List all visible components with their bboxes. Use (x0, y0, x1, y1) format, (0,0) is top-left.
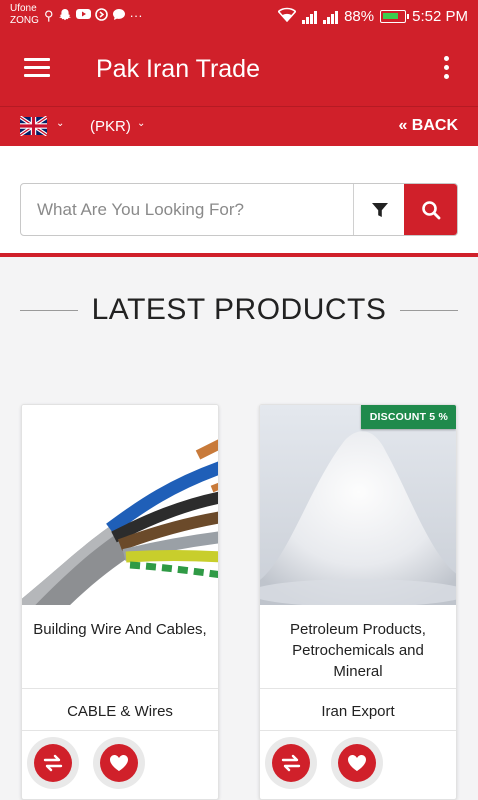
product-category[interactable]: CABLE & Wires (22, 703, 218, 720)
wishlist-button[interactable] (331, 737, 383, 789)
compare-icon (281, 754, 301, 772)
status-right: 88% 5:52 PM (277, 7, 468, 26)
wishlist-button-inner (100, 744, 138, 782)
wifi-icon (277, 7, 297, 26)
currency-chevron-down-icon[interactable]: ⌄ (137, 118, 145, 129)
app-bar: Pak Iran Trade (0, 32, 478, 106)
product-category[interactable]: Iran Export (260, 703, 456, 720)
discount-badge: DISCOUNT 5 % (360, 405, 456, 429)
language-chevron-down-icon[interactable]: ⌄ (56, 118, 64, 129)
compare-button[interactable] (265, 737, 317, 789)
snapchat-icon (58, 8, 72, 25)
product-name[interactable]: Petroleum Products, Petrochemicals and M… (266, 619, 450, 682)
product-image-powder[interactable] (260, 405, 457, 605)
carrier-zong: ZONG (10, 15, 39, 26)
battery-percent: 88% (344, 8, 375, 25)
card-divider (260, 688, 456, 689)
status-bar: Ufone ZONG ⚲ ··· 88% 5:52 PM (0, 0, 478, 32)
heart-icon (348, 755, 366, 771)
card-divider (260, 730, 456, 731)
battery-charging-icon (380, 10, 410, 23)
wishlist-button[interactable] (93, 737, 145, 789)
more-vert-icon[interactable] (444, 56, 450, 80)
clock: 5:52 PM (412, 8, 468, 25)
more-icon: ··· (129, 8, 143, 23)
heading-line-right (400, 310, 458, 311)
browser-icon (94, 8, 108, 25)
section-title: LATEST PRODUCTS (91, 293, 387, 326)
app-title: Pak Iran Trade (96, 55, 260, 83)
currency-selector[interactable]: (PKR) (90, 118, 131, 135)
filter-icon (371, 202, 388, 217)
hamburger-icon[interactable] (24, 58, 50, 78)
youtube-icon (75, 8, 91, 25)
back-link[interactable]: « BACK (398, 117, 458, 135)
carrier-ufone: Ufone (10, 3, 37, 14)
section-heading: LATEST PRODUCTS (20, 290, 458, 330)
locale-bar: ⌄ (PKR) ⌄ « BACK (0, 106, 478, 146)
card-divider (22, 730, 218, 731)
heart-icon (110, 755, 128, 771)
compare-button-inner (34, 744, 72, 782)
compare-button-inner (272, 744, 310, 782)
wishlist-button-inner (338, 744, 376, 782)
uk-flag-icon[interactable] (20, 116, 47, 136)
search-input[interactable] (21, 184, 353, 235)
search-box (20, 183, 458, 236)
usb-icon: ⚲ (44, 8, 54, 23)
notification-icons: ⚲ ··· (44, 8, 143, 25)
card-divider (22, 688, 218, 689)
carrier-names: Ufone ZONG (10, 3, 39, 27)
filter-button[interactable] (353, 184, 405, 235)
signal-icon-2 (323, 10, 339, 24)
divider (0, 253, 478, 257)
compare-button[interactable] (27, 737, 79, 789)
message-icon (112, 8, 126, 25)
search-icon (421, 200, 440, 219)
search-button[interactable] (404, 184, 457, 235)
search-area (0, 146, 478, 254)
compare-icon (43, 754, 63, 772)
product-image-cable[interactable] (22, 405, 219, 605)
signal-icon (302, 10, 318, 24)
product-name[interactable]: Building Wire And Cables, (28, 619, 212, 640)
